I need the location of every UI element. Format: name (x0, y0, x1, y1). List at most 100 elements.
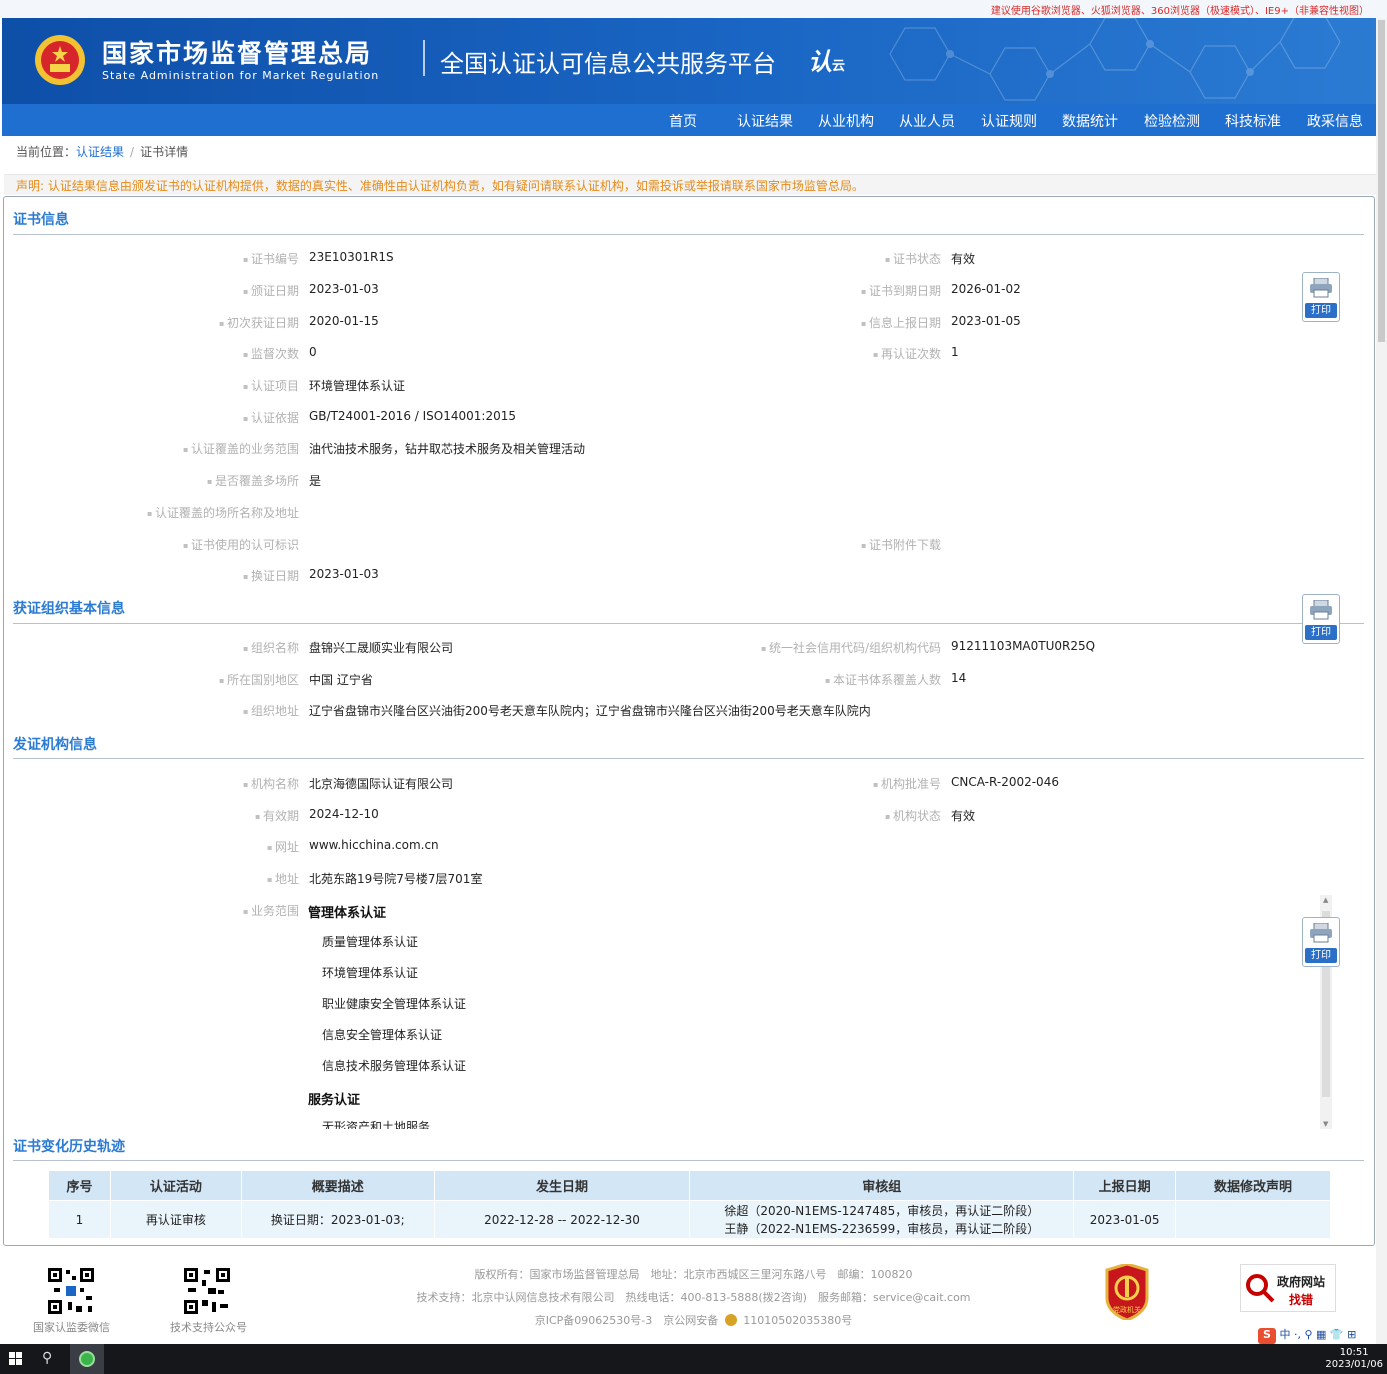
search-icon[interactable]: ⚲ (42, 1350, 52, 1366)
cell-no: 1 (48, 1200, 111, 1239)
taskbar-browser-app[interactable] (70, 1344, 104, 1374)
icp-number[interactable]: 京ICP备09062530号-3 京公网安备 (535, 1314, 719, 1327)
field-label: 本证书体系覆盖人数 (825, 671, 941, 688)
nav-procurement[interactable]: 政采信息 (1307, 111, 1363, 131)
issuer-approval-no: CNCA-R-2002-046 (951, 775, 1059, 789)
ime-toolbar[interactable]: S 中 ·, ⚲ ▦ 👕 ⊞ (1258, 1326, 1382, 1344)
scroll-down-icon[interactable]: ▼ (1323, 1120, 1328, 1128)
field-label: 机构名称 (243, 775, 299, 792)
nav-inspection[interactable]: 检验检测 (1144, 111, 1200, 131)
recert-count: 1 (951, 345, 959, 359)
field-label: 信息上报日期 (861, 314, 941, 331)
gov-website-error-report[interactable]: 政府网站 找错 (1240, 1264, 1336, 1312)
audit-member: 徐超（2020-N1EMS-1247485，审核员，再认证二阶段） (724, 1203, 1040, 1218)
business-scope: 油代油技术服务，钻井取芯技术服务及相关管理活动 (309, 442, 586, 456)
org-name: 盘锦兴工晟顺实业有限公司 (309, 641, 454, 655)
field-label: 证书使用的认可标识 (183, 536, 299, 553)
nav-cert-rules[interactable]: 认证规则 (981, 111, 1037, 131)
nav-statistics[interactable]: 数据统计 (1062, 111, 1118, 131)
nav-cert-results[interactable]: 认证结果 (737, 111, 793, 131)
party-government-badge-icon[interactable]: 党政机关 (1103, 1264, 1151, 1320)
section-title-cert: 证书信息 (13, 212, 69, 228)
breadcrumb-link-results[interactable]: 认证结果 (76, 145, 124, 159)
scope-item: 环境管理体系认证 (322, 966, 419, 980)
org-region: 中国 辽宁省 (309, 673, 373, 687)
supervision-count: 0 (309, 345, 317, 359)
print-button[interactable]: 打印 (1302, 594, 1340, 644)
field-label: 证书编号 (243, 250, 299, 267)
breadcrumb-current: 证书详情 (140, 145, 189, 159)
field-label: 机构批准号 (873, 775, 941, 792)
site-banner: 国家市场监督管理总局 State Administration for Mark… (2, 18, 1385, 104)
renewal-date: 2023-01-03 (309, 567, 379, 581)
field-label: 所在国别地区 (219, 671, 299, 688)
breadcrumb: 当前位置：认证结果 / 证书详情 (16, 145, 189, 159)
cell-summary: 换证日期：2023-01-03; (240, 1200, 435, 1239)
field-label: 换证日期 (243, 567, 299, 584)
scope-item: 信息技术服务管理体系认证 (322, 1059, 467, 1073)
org-address: 辽宁省盘锦市兴隆台区兴油街200号老天意车队院内；辽宁省盘锦市兴隆台区兴油街20… (309, 704, 871, 718)
footer-tech-support: 技术支持：北京中认网信息技术有限公司 热线电话：400-813-5888(拨2咨… (416, 1291, 971, 1304)
cell-audit-team: 徐超（2020-N1EMS-1247485，审核员，再认证二阶段） 王静（202… (689, 1200, 1075, 1239)
issuer-address: 北苑东路19号院7号楼7层701室 (309, 872, 483, 886)
browser-recommend-bar: 建议使用谷歌浏览器、火狐浏览器、360浏览器（极速模式）、IE9+（非兼容性视图… (0, 0, 1387, 18)
sogou-ime-icon: S (1258, 1328, 1276, 1344)
issuer-status: 有效 (951, 809, 976, 823)
col-header: 序号 (48, 1170, 111, 1201)
field-label: 机构状态 (885, 807, 941, 824)
first-cert-date: 2020-01-15 (309, 314, 379, 328)
page-scrollbar[interactable] (1376, 18, 1387, 1344)
cert-status: 有效 (951, 252, 976, 266)
section-rule (13, 234, 1364, 235)
page-scroll-thumb[interactable] (1378, 20, 1385, 342)
scope-item: 质量管理体系认证 (322, 935, 419, 949)
svg-text:党政机关: 党政机关 (1113, 1305, 1141, 1314)
nav-home[interactable]: 首页 (669, 111, 697, 131)
browser-app-icon (79, 1351, 95, 1367)
field-label: 是否覆盖多场所 (207, 472, 299, 489)
field-label: 初次获证日期 (219, 314, 299, 331)
print-button[interactable]: 打印 (1302, 917, 1340, 967)
printer-icon (1310, 600, 1332, 620)
field-label: 认证项目 (243, 377, 299, 394)
col-header: 概要描述 (240, 1170, 435, 1201)
print-button[interactable]: 打印 (1302, 272, 1340, 322)
section-title-history: 证书变化历史轨迹 (13, 1139, 125, 1155)
credit-code: 91211103MA0TU0R25Q (951, 639, 1096, 653)
table-header-row: 序号 认证活动 概要描述 发生日期 审核组 上报日期 数据修改声明 (48, 1170, 1331, 1201)
field-label: 证书到期日期 (861, 282, 941, 299)
issuer-website[interactable]: www.hicchina.com.cn (309, 838, 439, 852)
nav-practitioners[interactable]: 从业人员 (899, 111, 955, 131)
issue-date: 2023-01-03 (309, 282, 379, 296)
scope-item: 无形资产和土地服务 (322, 1120, 431, 1129)
nav-tech-standards[interactable]: 科技标准 (1225, 111, 1281, 131)
field-label: 统一社会信用代码/组织机构代码 (761, 639, 941, 656)
scope-category: 服务认证 (308, 1093, 361, 1108)
issuer-scope-list[interactable]: 管理体系认证 质量管理体系认证 环境管理体系认证 职业健康安全管理体系认证 信息… (244, 895, 1336, 1129)
col-header: 认证活动 (109, 1170, 242, 1201)
nav-institutions[interactable]: 从业机构 (818, 111, 874, 131)
detail-panel: 证书信息 证书编号 23E10301R1S 证书状态 有效 颁证日期 2023-… (3, 196, 1375, 1246)
police-record-number[interactable]: 11010502035380号 (743, 1314, 852, 1327)
browser-page: 建议使用谷歌浏览器、火狐浏览器、360浏览器（极速模式）、IE9+（非兼容性视图… (0, 0, 1387, 1374)
os-taskbar: ⚲ 10:51 2023/01/06 (0, 1344, 1387, 1374)
section-rule (13, 1160, 1364, 1161)
field-label: 网址 (267, 838, 299, 855)
col-header: 审核组 (689, 1170, 1075, 1201)
field-label: 认证依据 (243, 409, 299, 426)
section-rule (13, 623, 1364, 624)
field-label: 证书状态 (885, 250, 941, 267)
scope-category: 管理体系认证 (308, 906, 387, 921)
org-name-en: State Administration for Market Regulati… (102, 69, 380, 82)
clock-time: 10:51 (1339, 1347, 1369, 1358)
field-label: 再认证次数 (873, 345, 941, 362)
hexagon-pattern (889, 18, 1341, 101)
cert-basis: GB/T24001-2016 / ISO14001:2015 (309, 409, 516, 423)
scroll-up-icon[interactable]: ▲ (1323, 896, 1328, 904)
system-clock[interactable]: 10:51 2023/01/06 (1325, 1347, 1383, 1371)
ime-status: 中 ·, ⚲ ▦ 👕 ⊞ (1279, 1328, 1357, 1341)
windows-start-icon[interactable] (9, 1352, 22, 1365)
history-table: 序号 认证活动 概要描述 发生日期 审核组 上报日期 数据修改声明 1 再认证审… (48, 1170, 1331, 1239)
main-nav: 首页 认证结果 从业机构 从业人员 认证规则 数据统计 检验检测 科技标准 政采… (2, 104, 1385, 136)
browser-recommend-note: 建议使用谷歌浏览器、火狐浏览器、360浏览器（极速模式）、IE9+（非兼容性视图… (990, 6, 1369, 17)
